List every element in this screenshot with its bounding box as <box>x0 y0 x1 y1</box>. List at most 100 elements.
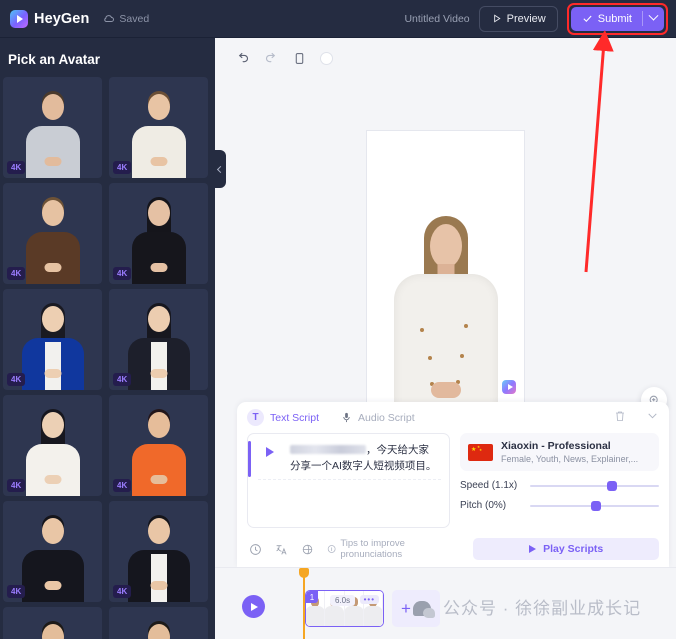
avatar-inner-shirt <box>150 342 167 390</box>
resolution-badge: 4K <box>7 267 26 280</box>
play-button[interactable] <box>242 595 265 618</box>
brand-name: HeyGen <box>34 10 90 27</box>
play-scripts-button[interactable]: Play Scripts <box>473 538 659 560</box>
avatar-body <box>25 444 80 496</box>
project-title[interactable]: Untitled Video <box>404 13 469 25</box>
script-active-bar <box>248 441 251 477</box>
speed-slider-knob[interactable] <box>607 480 618 491</box>
avatar-face <box>147 200 170 226</box>
avatar-male-brown-hoodie[interactable]: 4K <box>3 183 102 284</box>
resolution-badge: 4K <box>7 585 26 598</box>
script-footer: Tips to improve pronunciations Play Scri… <box>237 528 669 560</box>
heygen-watermark-icon <box>502 380 516 394</box>
play-scripts-label: Play Scripts <box>543 543 604 555</box>
submit-highlight-box: Submit <box>566 2 668 35</box>
avatar-female-orange-top[interactable]: 4K <box>109 395 208 496</box>
pitch-slider-knob[interactable] <box>590 500 601 511</box>
editor-toolbar <box>215 38 676 78</box>
avatar-hands <box>44 157 61 166</box>
avatar-face <box>147 518 170 544</box>
preview-avatar <box>390 216 502 416</box>
sparkle-icon[interactable] <box>301 543 314 556</box>
avatar-hands <box>150 263 167 272</box>
chevron-down-icon <box>648 10 659 21</box>
tab-text-script[interactable]: T Text Script <box>247 409 319 426</box>
avatar-face <box>429 224 462 268</box>
app-header: HeyGen Saved Untitled Video Preview Subm… <box>0 0 676 38</box>
avatar-hands <box>44 263 61 272</box>
voice-selector[interactable]: ★ ★ ★ Xiaoxin - Professional Female, Youth… <box>460 433 659 471</box>
resolution-badge: 4K <box>7 479 26 492</box>
redo-icon[interactable] <box>264 51 279 66</box>
clip-more-icon[interactable]: ••• <box>359 595 379 604</box>
sidebar-collapse-button[interactable] <box>213 150 226 188</box>
avatar-hands <box>150 369 167 378</box>
avatar-female-black-dress[interactable]: 4K <box>109 183 208 284</box>
add-scene-button[interactable]: + <box>392 590 440 627</box>
check-icon <box>583 15 592 23</box>
submit-button[interactable]: Submit <box>570 6 664 31</box>
avatar-male-white-tee[interactable]: 4K <box>109 77 208 178</box>
mobile-icon[interactable] <box>293 51 306 66</box>
speed-slider[interactable] <box>530 480 659 491</box>
speed-slider-row: Speed (1.1x) <box>460 480 659 491</box>
voice-settings: ★ ★ ★ Xiaoxin - Professional Female, Youth… <box>460 433 659 528</box>
submit-dropdown-button[interactable] <box>642 10 664 26</box>
preview-button[interactable]: Preview <box>478 5 558 32</box>
pronunciation-tip[interactable]: Tips to improve pronunciations <box>327 538 460 560</box>
avatar-body <box>25 232 80 284</box>
chevron-down-icon[interactable] <box>646 409 659 427</box>
avatar-female-white-dress[interactable]: 4K <box>3 395 102 496</box>
trash-icon[interactable] <box>614 409 626 427</box>
tab-text-script-label: Text Script <box>270 411 320 424</box>
resolution-badge: 4K <box>7 373 26 386</box>
avatar-body <box>131 444 186 496</box>
avatar-hands <box>44 581 61 590</box>
cloud-icon <box>104 14 115 22</box>
avatar-face <box>147 94 170 120</box>
resolution-badge: 4K <box>113 479 132 492</box>
circle-icon[interactable] <box>320 51 333 65</box>
avatar-face <box>41 306 64 332</box>
resolution-badge: 4K <box>7 161 26 174</box>
video-canvas[interactable] <box>367 131 524 416</box>
avatar-hands <box>430 382 461 398</box>
heygen-logo-icon <box>10 9 28 28</box>
script-panel-body: ，今天给大家 分享一个AI数字人短视频项目。 ★ ★ ★ Xiaoxin - Pro… <box>237 433 669 528</box>
canvas-area <box>215 78 676 416</box>
avatar-male-suit-white[interactable]: 4K <box>109 501 208 602</box>
script-line1: ，今天给大家 <box>366 444 429 456</box>
avatar-male-grey-shirt[interactable]: 4K <box>3 77 102 178</box>
clip-duration: 6.0s <box>330 595 356 606</box>
avatar-female-blue-blazer[interactable]: 4K <box>3 289 102 390</box>
avatar-face <box>41 412 64 438</box>
preview-label: Preview <box>506 12 546 25</box>
pitch-slider-row: Pitch (0%) <box>460 500 659 511</box>
header-actions: Untitled Video Preview Submit <box>404 2 668 35</box>
avatar-male-suit-tie[interactable]: 4K <box>3 501 102 602</box>
translate-icon[interactable] <box>275 543 288 556</box>
script-text: ，今天给大家 分享一个AI数字人短视频项目。 <box>290 442 441 474</box>
avatar-inner-shirt <box>150 554 167 602</box>
script-play-icon[interactable] <box>266 447 274 457</box>
saved-status: Saved <box>103 13 149 25</box>
avatar-female-dark-blazer[interactable]: 4K <box>109 289 208 390</box>
tab-audio-script[interactable]: Audio Script <box>341 411 415 424</box>
avatar-male-partial-a[interactable]: 4K <box>3 607 102 639</box>
undo-icon[interactable] <box>235 51 250 66</box>
brand-logo[interactable]: HeyGen <box>10 9 90 28</box>
avatar-face <box>41 518 64 544</box>
avatar-hands <box>150 581 167 590</box>
avatar-male-partial-b[interactable]: 4K <box>109 607 208 639</box>
timeline-clip[interactable]: 1 6.0s ••• <box>305 590 384 627</box>
avatar-hands <box>150 475 167 484</box>
avatar-face <box>41 94 64 120</box>
redacted-text <box>290 445 366 454</box>
avatar-grid: 4K4K4K4K4K4K4K4K4K4K4K4K <box>0 77 215 639</box>
clock-icon[interactable] <box>249 543 262 556</box>
avatar-hands <box>44 475 61 484</box>
voice-tags: Female, Youth, News, Explainer,... <box>501 454 639 464</box>
script-editor[interactable]: ，今天给大家 分享一个AI数字人短视频项目。 <box>247 433 450 528</box>
pitch-slider[interactable] <box>530 500 659 511</box>
script-panel-actions <box>614 409 659 427</box>
